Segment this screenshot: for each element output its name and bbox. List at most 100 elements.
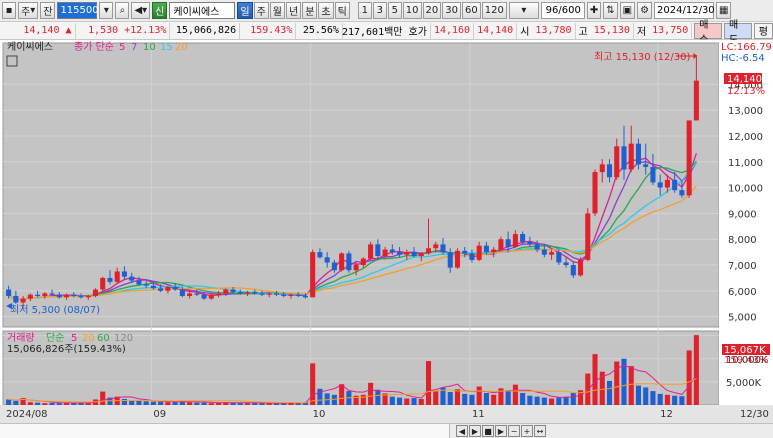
candle[interactable] xyxy=(92,288,99,298)
volume-bar[interactable] xyxy=(585,373,591,405)
volume-bar[interactable] xyxy=(679,396,685,405)
volume-bar[interactable] xyxy=(187,402,193,405)
volume-bar[interactable] xyxy=(657,393,663,405)
volume-bar[interactable] xyxy=(628,366,634,405)
volume-bar[interactable] xyxy=(563,396,569,405)
volume-bar[interactable] xyxy=(129,400,135,405)
zoom-out-button[interactable]: − xyxy=(508,425,520,437)
candle[interactable] xyxy=(346,250,352,273)
volume-bar[interactable] xyxy=(404,398,410,405)
volume-bar[interactable] xyxy=(339,384,345,405)
volume-bar[interactable] xyxy=(136,400,142,405)
interval-button-120[interactable]: 120 xyxy=(481,2,507,19)
volume-bar[interactable] xyxy=(208,403,214,405)
volume-bar[interactable] xyxy=(27,402,33,405)
volume-bar[interactable] xyxy=(643,387,649,405)
volume-bar[interactable] xyxy=(165,402,171,405)
volume-bar[interactable] xyxy=(360,394,366,405)
volume-bar[interactable] xyxy=(541,397,547,405)
volume-bar[interactable] xyxy=(520,392,526,405)
interval-button-3[interactable]: 3 xyxy=(372,2,387,19)
volume-bar[interactable] xyxy=(505,390,511,405)
volume-bar[interactable] xyxy=(49,402,55,405)
interval-button-1[interactable]: 1 xyxy=(357,2,372,19)
volume-bar[interactable] xyxy=(310,363,316,405)
candle[interactable] xyxy=(454,248,461,269)
volume-bar[interactable] xyxy=(549,398,555,405)
candle[interactable] xyxy=(592,169,598,216)
crosshair-button[interactable]: ✚ xyxy=(586,2,602,19)
volume-bar[interactable] xyxy=(512,384,518,405)
volume-bar[interactable] xyxy=(244,403,251,405)
zoom-in-button[interactable]: + xyxy=(521,425,533,437)
stop-button[interactable]: ■ xyxy=(482,425,494,437)
sound-button[interactable]: ◀ ▾ xyxy=(131,2,151,19)
candle[interactable] xyxy=(339,252,345,272)
stock-name-field[interactable]: 케이씨에스 xyxy=(169,2,236,19)
save-button[interactable]: ▣ xyxy=(619,2,636,19)
volume-bar[interactable] xyxy=(425,361,432,405)
period-button-1[interactable]: 주 xyxy=(253,2,269,19)
next-button[interactable]: ▶ xyxy=(495,425,507,437)
volume-bar[interactable] xyxy=(121,398,127,405)
volume-bar[interactable] xyxy=(469,394,475,405)
play-button[interactable]: ▶ xyxy=(469,425,481,437)
period-button-4[interactable]: 분 xyxy=(302,2,318,19)
volume-bar[interactable] xyxy=(237,403,243,405)
volume-bar[interactable] xyxy=(650,391,656,405)
interval-button-60[interactable]: 60 xyxy=(462,2,481,19)
period-button-0[interactable]: 일 xyxy=(237,2,253,19)
interval-dropdown[interactable]: ▾ xyxy=(508,2,539,19)
period-button-6[interactable]: 틱 xyxy=(334,2,350,19)
stock-code-input[interactable]: 115500 xyxy=(57,2,99,19)
settings-button[interactable]: ⚙ xyxy=(637,2,653,19)
volume-bar[interactable] xyxy=(100,391,106,405)
sell-button[interactable]: 매도 xyxy=(724,20,752,46)
volume-bar[interactable] xyxy=(672,395,678,405)
code-dropdown-button[interactable]: ▾ xyxy=(99,2,114,19)
volume-bar[interactable] xyxy=(368,382,374,405)
buy-button[interactable]: 매수 xyxy=(694,20,723,46)
period-button-3[interactable]: 년 xyxy=(285,2,302,19)
volume-bar[interactable] xyxy=(397,397,403,405)
candle[interactable] xyxy=(100,276,106,291)
candle[interactable] xyxy=(578,257,584,277)
price-chart[interactable]: 14,00013,00012,00011,00010,0009,0008,000… xyxy=(0,40,773,423)
volume-bar[interactable] xyxy=(158,401,164,405)
volume-bar[interactable] xyxy=(201,402,207,405)
volume-bar[interactable] xyxy=(606,380,613,405)
volume-bar[interactable] xyxy=(556,397,562,405)
search-button[interactable]: ⌕ xyxy=(115,2,130,19)
volume-bar[interactable] xyxy=(592,354,598,405)
volume-bar[interactable] xyxy=(635,385,641,405)
volume-bar[interactable] xyxy=(6,399,12,405)
chart-scrollbar[interactable] xyxy=(0,423,450,438)
volume-bar[interactable] xyxy=(686,350,692,405)
candle[interactable] xyxy=(585,208,591,262)
volume-bar[interactable] xyxy=(375,389,381,405)
chart-type-button[interactable]: ▪ xyxy=(2,2,16,19)
volume-bar[interactable] xyxy=(527,395,533,405)
volume-bar[interactable] xyxy=(483,392,489,405)
balance-button[interactable]: 잔 xyxy=(40,2,56,19)
volume-bar[interactable] xyxy=(194,402,200,405)
volume-bar[interactable] xyxy=(462,393,468,405)
volume-bar[interactable] xyxy=(664,394,670,405)
fit-button[interactable]: ↔ xyxy=(534,425,546,437)
volume-bar[interactable] xyxy=(411,398,417,405)
period-button-5[interactable]: 초 xyxy=(318,2,334,19)
volume-bar[interactable] xyxy=(13,400,19,405)
volume-bar[interactable] xyxy=(476,386,482,406)
candle[interactable] xyxy=(368,241,374,260)
volume-bar[interactable] xyxy=(570,392,576,405)
volume-bar[interactable] xyxy=(150,401,156,405)
candle[interactable] xyxy=(310,249,316,298)
mode-select[interactable]: 주 ▾ xyxy=(18,2,39,19)
volume-bar[interactable] xyxy=(331,394,337,405)
scroll-start-button[interactable]: ◀ xyxy=(456,425,468,437)
volume-bar[interactable] xyxy=(693,335,699,405)
data-count-field[interactable]: 96/600 xyxy=(540,2,585,19)
volume-bar[interactable] xyxy=(418,398,424,405)
volume-bar[interactable] xyxy=(42,403,48,405)
volume-bar[interactable] xyxy=(447,392,453,405)
